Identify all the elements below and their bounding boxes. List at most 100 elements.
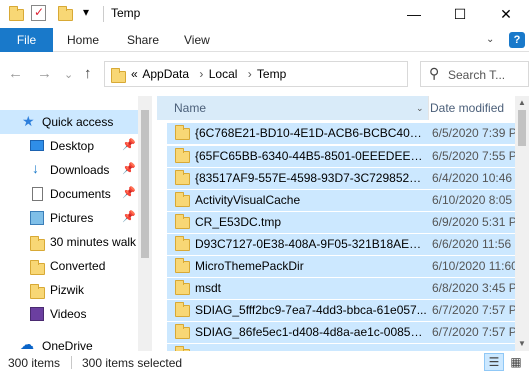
file-name: {6C768E21-BD10-4E1D-ACB6-BCBC40D4... xyxy=(195,126,427,140)
tab-share[interactable]: Share xyxy=(127,33,159,47)
breadcrumb-overflow[interactable]: « xyxy=(131,67,138,81)
folder-icon xyxy=(175,125,190,140)
column-header-name[interactable]: ^ Name ⌄ xyxy=(157,96,428,120)
file-date: 6/6/2020 11:56 xyxy=(432,237,512,251)
table-row[interactable]: D93C7127-0E38-408A-9F05-321B18AEBAF5 6/6… xyxy=(167,234,515,255)
table-row[interactable]: CR_E53DC.tmp 6/9/2020 5:31 P xyxy=(167,212,517,233)
maximize-button[interactable]: ☐ xyxy=(437,0,483,28)
sidebar-item-label: Videos xyxy=(50,307,87,321)
sidebar-item-quick-access[interactable]: ★ Quick access xyxy=(0,110,138,134)
status-separator xyxy=(71,356,72,369)
sidebar-item-pizwik[interactable]: Pizwik xyxy=(0,278,138,302)
tab-file[interactable]: File xyxy=(0,28,53,52)
sidebar-item-videos[interactable]: Videos xyxy=(0,302,138,326)
tab-view[interactable]: View xyxy=(184,33,210,47)
breadcrumb: « AppData › Local › Temp xyxy=(131,67,288,81)
file-date: 6/5/2020 7:55 P xyxy=(432,149,517,163)
file-name: msdt xyxy=(195,281,222,295)
sidebar-item-documents[interactable]: Documents 📌 xyxy=(0,182,138,206)
forward-button[interactable]: → xyxy=(37,65,52,82)
table-row[interactable]: {65FC65BB-6340-44B5-8501-0EEEDEEF038... … xyxy=(167,146,517,167)
breadcrumb-appdata[interactable]: AppData xyxy=(142,67,189,81)
breadcrumb-local[interactable]: Local xyxy=(209,67,238,81)
sidebar-item-30-minutes-walk[interactable]: 30 minutes walk xyxy=(0,230,138,254)
breadcrumb-separator[interactable]: › xyxy=(199,67,203,81)
column-filter-dropdown-icon[interactable]: ⌄ xyxy=(416,103,424,114)
file-date: 6/5/2020 7:39 P xyxy=(432,126,517,140)
close-button[interactable]: ✕ xyxy=(483,0,529,28)
file-date: 6/10/2020 8:05 P xyxy=(432,193,524,207)
minimize-button[interactable]: — xyxy=(391,0,437,28)
table-row[interactable]: SDIAG_86fe5ec1-d408-4d8a-ae1c-008572... … xyxy=(167,322,517,343)
videos-icon xyxy=(30,307,44,321)
sidebar-item-label: Downloads xyxy=(50,163,110,177)
column-divider[interactable] xyxy=(428,96,429,120)
file-date: 6/10/2020 11:60 xyxy=(432,259,518,273)
pictures-icon xyxy=(30,211,44,225)
file-date: 6/7/2020 7:57 P xyxy=(432,303,517,317)
sidebar-item-converted[interactable]: Converted xyxy=(0,254,138,278)
sidebar-item-onedrive[interactable]: ☁ OneDrive xyxy=(0,334,138,351)
sidebar-item-label: Pictures xyxy=(50,211,94,225)
table-row[interactable]: SDIAG_5fff2bc9-7ea7-4dd3-bbca-61e057... … xyxy=(167,300,517,321)
pin-icon[interactable]: 📌 xyxy=(122,210,136,223)
table-row[interactable]: MicroThemePackDir 6/10/2020 11:60 xyxy=(167,256,518,277)
pin-icon[interactable]: 📌 xyxy=(122,162,136,175)
file-list-scrollbar-thumb[interactable] xyxy=(518,110,526,146)
large-icons-view-button[interactable]: ▦ xyxy=(506,353,526,371)
help-icon[interactable]: ? xyxy=(509,32,525,48)
folder-icon xyxy=(175,324,190,339)
folder-icon xyxy=(111,68,126,83)
new-folder-icon[interactable] xyxy=(58,6,73,21)
back-button[interactable]: ← xyxy=(8,65,23,82)
sidebar-item-label: Pizwik xyxy=(50,283,85,297)
cloud-icon: ☁ xyxy=(20,336,34,351)
sidebar-item-label: OneDrive xyxy=(42,339,93,351)
folder-icon xyxy=(175,214,190,229)
file-name: {83517AF9-557E-4598-93D7-3C7298527 5F1} xyxy=(195,171,427,185)
pin-icon[interactable]: 📌 xyxy=(122,186,136,199)
column-header-date-modified[interactable]: Date modified xyxy=(430,101,504,115)
folder-icon xyxy=(30,284,45,299)
sidebar-scrollbar-thumb[interactable] xyxy=(141,110,149,258)
breadcrumb-separator[interactable]: › xyxy=(248,67,252,81)
tab-home[interactable]: Home xyxy=(67,33,99,47)
breadcrumb-temp[interactable]: Temp xyxy=(257,67,286,81)
address-bar[interactable]: « AppData › Local › Temp ⌄ ↻ xyxy=(104,61,505,87)
pin-icon[interactable]: 📌 xyxy=(122,138,136,151)
recent-locations-button[interactable]: ⌄ xyxy=(64,68,73,81)
column-header-row: ^ Name ⌄ Date modified xyxy=(152,96,515,120)
folder-icon xyxy=(175,170,190,185)
quick-access-toolbar-dropdown[interactable]: ▾ xyxy=(83,5,89,19)
scroll-down-icon[interactable]: ▼ xyxy=(518,339,526,348)
table-row[interactable]: ActivityVisualCache 6/10/2020 8:05 P xyxy=(167,190,523,211)
sidebar-item-desktop[interactable]: Desktop 📌 xyxy=(0,134,138,158)
navigation-bar: ← → ⌄ ↑ « AppData › Local › Temp ⌄ ↻ ⚲ S… xyxy=(0,52,529,96)
table-row[interactable] xyxy=(167,344,515,351)
title-bar: ✓ ▾ Temp — ☐ ✕ xyxy=(0,0,529,28)
scroll-up-icon[interactable]: ▲ xyxy=(518,98,526,107)
download-icon: ↓ xyxy=(32,160,39,176)
file-list: ^ Name ⌄ Date modified {6C768E21-BD10-4E… xyxy=(152,96,529,351)
table-row[interactable]: {6C768E21-BD10-4E1D-ACB6-BCBC40D4... 6/5… xyxy=(167,123,517,144)
sidebar-item-downloads[interactable]: ↓ Downloads 📌 xyxy=(0,158,138,182)
file-rows: {6C768E21-BD10-4E1D-ACB6-BCBC40D4... 6/5… xyxy=(167,123,523,351)
table-row[interactable]: {83517AF9-557E-4598-93D7-3C7298527 5F1} … xyxy=(167,168,523,189)
file-name: MicroThemePackDir xyxy=(195,259,304,273)
expand-ribbon-icon[interactable]: ⌄ xyxy=(486,34,494,45)
folder-icon xyxy=(175,148,190,163)
search-input[interactable]: ⚲ Search T... xyxy=(420,61,529,87)
file-date: 6/7/2020 7:57 P xyxy=(432,325,517,339)
properties-icon[interactable]: ✓ xyxy=(31,5,46,21)
folder-icon xyxy=(175,280,190,295)
window-title: Temp xyxy=(111,6,141,20)
folder-icon xyxy=(9,6,24,21)
file-date: 6/4/2020 10:46 P xyxy=(432,171,524,185)
selection-count: 300 items selected xyxy=(82,356,183,370)
details-view-button[interactable]: ☰ xyxy=(484,353,504,371)
up-button[interactable]: ↑ xyxy=(84,65,92,82)
search-placeholder: Search T... xyxy=(448,68,506,82)
sidebar-item-pictures[interactable]: Pictures 📌 xyxy=(0,206,138,230)
file-name: SDIAG_5fff2bc9-7ea7-4dd3-bbca-61e057... xyxy=(195,303,427,317)
table-row[interactable]: msdt 6/8/2020 3:45 P xyxy=(167,278,517,299)
